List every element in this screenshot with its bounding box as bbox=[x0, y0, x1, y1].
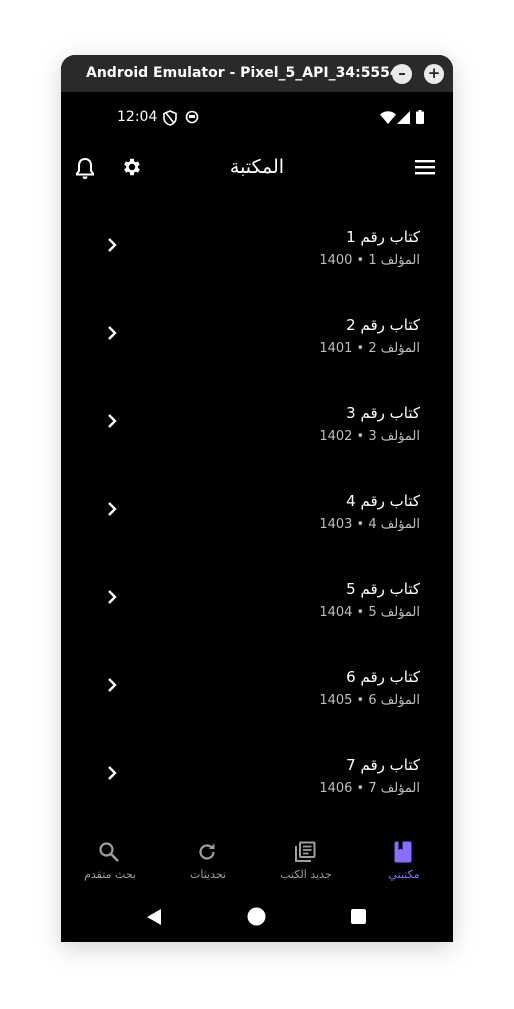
nav-label: جديد الكتب bbox=[280, 868, 332, 881]
battery-icon bbox=[416, 110, 424, 124]
window-titlebar: Android Emulator - Pixel_5_API_34:5554 –… bbox=[61, 55, 453, 92]
emulator-window: Android Emulator - Pixel_5_API_34:5554 –… bbox=[61, 55, 453, 942]
book-list-item[interactable]: كتاب رقم 4 المؤلف 4 • 1403 bbox=[61, 458, 453, 546]
book-subtitle: المؤلف 7 • 1406 bbox=[319, 781, 420, 796]
book-subtitle: المؤلف 2 • 1401 bbox=[319, 341, 420, 356]
book-title: كتاب رقم 2 bbox=[346, 316, 420, 334]
bottom-navigation: بحث متقدم تحديثات جديد الكتب مكتبتي bbox=[61, 835, 453, 895]
book-subtitle: المؤلف 5 • 1404 bbox=[319, 605, 420, 620]
library-books-icon bbox=[295, 841, 316, 862]
chevron-right-icon bbox=[108, 678, 117, 692]
nav-label: مكتبتي bbox=[388, 868, 420, 881]
book-list-item[interactable]: كتاب رقم 2 المؤلف 2 • 1401 bbox=[61, 282, 453, 370]
nav-label: بحث متقدم bbox=[84, 868, 136, 881]
book-list-item[interactable]: كتاب رقم 5 المؤلف 5 • 1404 bbox=[61, 546, 453, 634]
chevron-right-icon bbox=[108, 238, 117, 252]
minimize-button[interactable]: – bbox=[392, 64, 412, 84]
chevron-right-icon bbox=[108, 414, 117, 428]
home-icon[interactable] bbox=[247, 907, 266, 926]
book-list-item[interactable]: كتاب رقم 6 المؤلف 6 • 1405 bbox=[61, 634, 453, 722]
vpn-shield-icon bbox=[163, 110, 177, 126]
book-subtitle: المؤلف 6 • 1405 bbox=[319, 693, 420, 708]
book-title: كتاب رقم 1 bbox=[346, 228, 420, 246]
refresh-icon bbox=[199, 843, 215, 860]
nav-updates[interactable]: تحديثات bbox=[159, 835, 257, 895]
app-notification-icon bbox=[185, 110, 199, 124]
book-title: كتاب رقم 3 bbox=[346, 404, 420, 422]
book-list-item[interactable]: كتاب رقم 1 المؤلف 1 • 1400 bbox=[61, 194, 453, 282]
book-subtitle: المؤلف 3 • 1402 bbox=[319, 429, 420, 444]
book-title: كتاب رقم 7 bbox=[346, 756, 420, 774]
book-subtitle: المؤلف 1 • 1400 bbox=[319, 253, 420, 268]
book-list: كتاب رقم 1 المؤلف 1 • 1400 كتاب رقم 2 ال… bbox=[61, 194, 453, 844]
status-time: 12:04 bbox=[117, 109, 158, 125]
nav-advanced-search[interactable]: بحث متقدم bbox=[61, 835, 159, 895]
chevron-right-icon bbox=[108, 502, 117, 516]
book-title: كتاب رقم 5 bbox=[346, 580, 420, 598]
search-icon bbox=[99, 842, 119, 862]
book-title: كتاب رقم 4 bbox=[346, 492, 420, 510]
recents-icon[interactable] bbox=[351, 909, 366, 924]
page-title: المكتبة bbox=[229, 156, 285, 178]
book-list-item[interactable]: كتاب رقم 3 المؤلف 3 • 1402 bbox=[61, 370, 453, 458]
chevron-right-icon bbox=[108, 766, 117, 780]
nav-my-library[interactable]: مكتبتي bbox=[355, 835, 453, 895]
book-subtitle: المؤلف 4 • 1403 bbox=[319, 517, 420, 532]
book-list-item[interactable]: كتاب رقم 7 المؤلف 7 • 1406 bbox=[61, 722, 453, 810]
add-button[interactable]: + bbox=[424, 64, 444, 84]
wifi-icon bbox=[380, 111, 396, 124]
chevron-right-icon bbox=[108, 590, 117, 604]
nav-label: تحديثات bbox=[189, 868, 227, 881]
status-bar: 12:04 bbox=[61, 92, 453, 144]
book-title: كتاب رقم 6 bbox=[346, 668, 420, 686]
book-icon bbox=[394, 841, 412, 863]
nav-new-books[interactable]: جديد الكتب bbox=[257, 835, 355, 895]
window-title: Android Emulator - Pixel_5_API_34:5554 bbox=[86, 65, 400, 81]
signal-icon bbox=[397, 111, 410, 124]
system-navigation-bar bbox=[61, 895, 453, 942]
chevron-right-icon bbox=[108, 326, 117, 340]
app-bar: المكتبة bbox=[61, 144, 453, 194]
back-icon[interactable] bbox=[146, 908, 162, 926]
menu-icon[interactable] bbox=[415, 158, 435, 176]
